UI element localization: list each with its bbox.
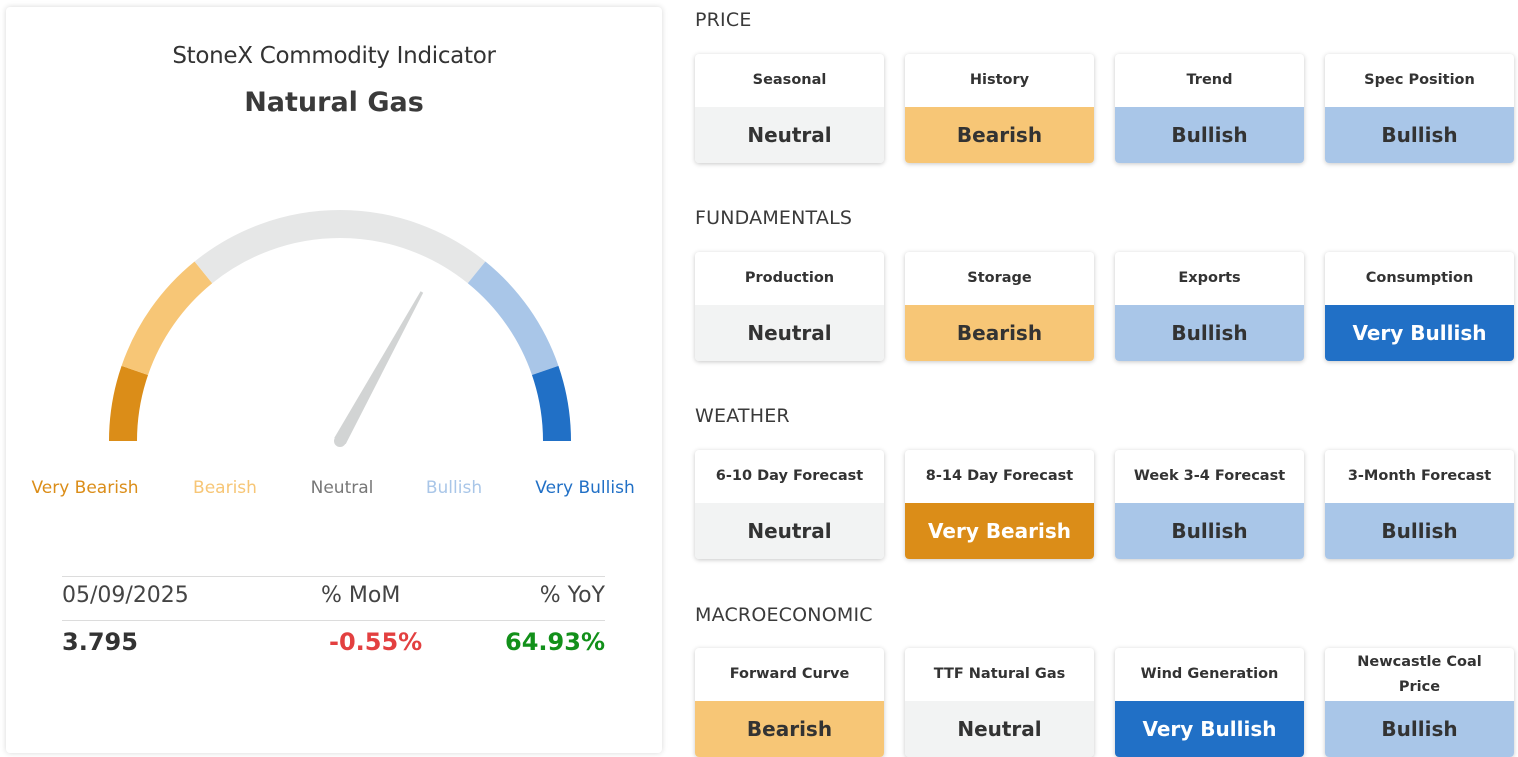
tile-wind-generation: Wind Generation Very Bullish [1115,648,1304,757]
tile-value: Neutral [695,107,884,163]
stats-date: 05/09/2025 [62,583,189,608]
tile-value: Bearish [695,701,884,757]
tile-production: Production Neutral [695,252,884,361]
tile-value: Bullish [1115,107,1304,163]
stats-yoy-label: % YoY [539,583,605,608]
tile-label: 3-Month Forecast [1347,468,1492,484]
tile-label: Newcastle Coal Price [1357,653,1482,695]
tile-label: Production [744,270,835,286]
tile-label: Exports [1178,270,1241,286]
gauge-arc-neutral [194,210,486,284]
tile-seasonal: Seasonal Neutral [695,54,884,163]
stats-price: 3.795 [62,628,138,656]
tile-label: Consumption [1365,270,1474,286]
tile-storage: Storage Bearish [905,252,1094,361]
tile-newcastle-coal-price: Newcastle Coal Price Bullish [1325,648,1514,757]
tile-value: Neutral [905,701,1094,757]
tile-value: Very Bearish [905,503,1094,559]
tile-label: Week 3-4 Forecast [1133,468,1286,484]
gauge-label-very-bullish: Very Bullish [535,478,635,498]
tile-value: Bearish [905,107,1094,163]
tile-6-10-day-forecast: 6-10 Day Forecast Neutral [695,450,884,559]
tile-label: Spec Position [1364,72,1475,88]
gauge-arc-bullish [467,261,559,376]
stats-divider-top [62,576,605,577]
section-title-price: PRICE [695,9,752,31]
tile-value: Very Bullish [1325,305,1514,361]
tile-label: History [969,72,1030,88]
tile-value: Very Bullish [1115,701,1304,757]
gauge-label-very-bearish: Very Bearish [31,478,139,498]
gauge-needle [334,291,424,445]
tile-label: 8-14 Day Forecast [925,468,1074,484]
tile-label: Forward Curve [729,666,850,682]
gauge-label-bullish: Bullish [425,478,483,498]
sentiment-gauge [109,210,571,447]
tile-label: Storage [967,270,1032,286]
tile-value: Bullish [1325,701,1514,757]
section-title-fundamentals: FUNDAMENTALS [695,207,853,229]
gauge-arc-very-bearish [109,365,149,442]
tile-spec-position: Spec Position Bullish [1325,54,1514,163]
tile-3-month-forecast: 3-Month Forecast Bullish [1325,450,1514,559]
tile-history: History Bearish [905,54,1094,163]
tile-value: Bullish [1115,503,1304,559]
stats-divider-middle [62,620,605,621]
tile-value: Neutral [695,503,884,559]
tile-value: Neutral [695,305,884,361]
tile-8-14-day-forecast: 8-14 Day Forecast Very Bearish [905,450,1094,559]
tile-exports: Exports Bullish [1115,252,1304,361]
tile-value: Bullish [1115,305,1304,361]
tile-value: Bullish [1325,107,1514,163]
section-title-macroeconomic: MACROECONOMIC [695,604,873,626]
indicator-card: StoneX Commodity Indicator Natural Gas V… [6,7,662,753]
tile-label: 6-10 Day Forecast [715,468,864,484]
tile-label: Trend [1186,72,1233,88]
tile-label: Wind Generation [1140,666,1279,682]
tile-forward-curve: Forward Curve Bearish [695,648,884,757]
tile-ttf-natural-gas: TTF Natural Gas Neutral [905,648,1094,757]
stats-mom-value: -0.55% [329,628,423,656]
tile-label: Seasonal [752,72,827,88]
gauge-arc-very-bullish [531,365,571,442]
section-title-weather: WEATHER [695,405,790,427]
gauge-label-bearish: Bearish [193,478,257,498]
gauge-label-neutral: Neutral [310,478,374,498]
stats-mom-label: % MoM [321,583,401,608]
tile-week-3-4-forecast: Week 3-4 Forecast Bullish [1115,450,1304,559]
tile-value: Bullish [1325,503,1514,559]
tile-value: Bearish [905,305,1094,361]
stats-yoy-value: 64.93% [505,628,605,656]
tile-trend: Trend Bullish [1115,54,1304,163]
tile-label: TTF Natural Gas [933,666,1066,682]
gauge-arc-bearish [121,261,213,376]
gauge-needle-hub [334,435,346,447]
tile-consumption: Consumption Very Bullish [1325,252,1514,361]
